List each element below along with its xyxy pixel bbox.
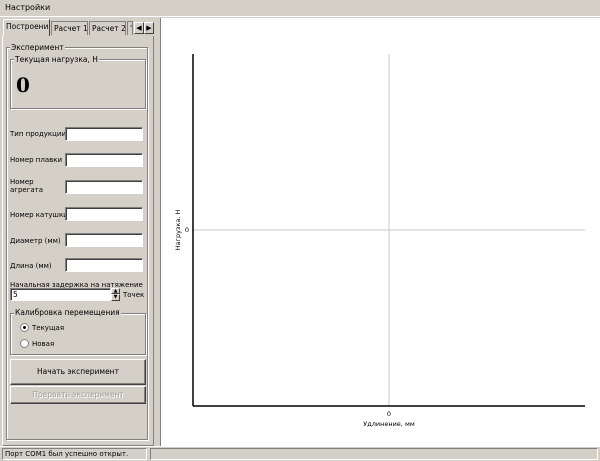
- tab-more[interactable]: ': [127, 21, 133, 35]
- tab-scroll-right-icon[interactable]: ▶: [144, 22, 154, 34]
- delay-input[interactable]: 5: [10, 288, 111, 301]
- length-label: Длина (мм): [10, 262, 52, 270]
- length-input[interactable]: [65, 258, 143, 272]
- tab-calc-1[interactable]: Расчет 1: [51, 21, 88, 35]
- menu-bar: [0, 0, 600, 16]
- tab-calc-2[interactable]: Расчет 2: [89, 21, 126, 35]
- calibration-group: [10, 313, 146, 355]
- calibration-new-radio[interactable]: [20, 339, 29, 348]
- calibration-new-label: Новая: [32, 340, 55, 348]
- heat-number-label: Номер плавки: [10, 156, 63, 164]
- menu-settings[interactable]: Настройки: [5, 3, 50, 12]
- y-axis-label: Нагрузка, Н: [174, 210, 182, 251]
- status-message: Порт COM1 был успешно открыт.: [2, 448, 147, 460]
- experiment-group-title: Эксперимент: [10, 43, 65, 52]
- diameter-label: Диаметр (мм): [10, 237, 61, 245]
- delay-unit: Точек: [123, 291, 145, 299]
- product-type-input[interactable]: [65, 127, 143, 141]
- tab-calc-1-label: Расчет 1: [54, 24, 88, 33]
- start-experiment-button[interactable]: Начать эксперимент: [10, 359, 146, 385]
- calibration-current-label: Текущая: [32, 324, 65, 332]
- unit-number-label: Номер агрегата: [10, 178, 44, 194]
- stop-experiment-button[interactable]: Прервать эксперимент: [10, 386, 146, 404]
- load-elongation-chart: 0 0 Удлинение, мм Нагрузка, Н: [174, 54, 585, 428]
- calibration-current-radio[interactable]: [20, 323, 29, 332]
- calibration-group-title: Калибровка перемещения: [14, 308, 121, 317]
- diameter-input[interactable]: [65, 233, 143, 247]
- delay-spinner[interactable]: ▲ ▼: [111, 288, 120, 301]
- tab-build[interactable]: Построение: [3, 19, 50, 36]
- coil-number-label: Номер катушки: [10, 211, 68, 219]
- load-group-title: Текущая нагрузка, Н: [14, 55, 99, 64]
- load-value: 0: [16, 73, 30, 97]
- menu-separator: [0, 16, 600, 17]
- heat-number-input[interactable]: [65, 153, 143, 167]
- spin-down-icon[interactable]: ▼: [111, 294, 120, 301]
- coil-number-input[interactable]: [65, 207, 143, 221]
- x-axis-label: Удлинение, мм: [363, 420, 415, 428]
- load-group: [10, 59, 146, 109]
- y-tick-label: 0: [185, 226, 189, 234]
- x-tick-label: 0: [387, 410, 391, 418]
- tab-more-label: ': [130, 24, 133, 33]
- tab-calc-2-label: Расчет 2: [92, 24, 126, 33]
- tab-build-label: Построение: [6, 22, 50, 31]
- status-pane-empty: [150, 448, 598, 460]
- tab-scroll-left-icon[interactable]: ◀: [134, 22, 144, 34]
- unit-number-input[interactable]: [65, 180, 143, 194]
- product-type-label: Тип продукции: [10, 130, 67, 138]
